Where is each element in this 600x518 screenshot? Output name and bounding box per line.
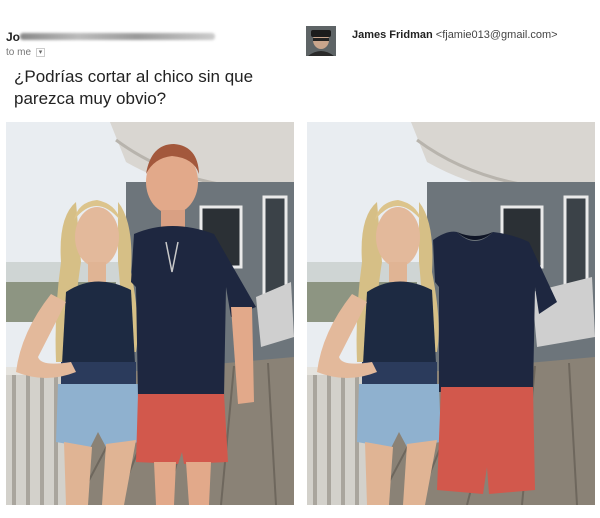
redacted-sender-email (20, 33, 215, 40)
person-avatar-icon (306, 26, 336, 56)
recipient-line: to me ▾ (6, 47, 46, 58)
edited-couple-photo-image (307, 122, 595, 505)
reply-sender-line: James Fridman <fjamie013@gmail.com> (352, 29, 558, 41)
email-message: ¿Podrías cortar al chico sin que parezca… (14, 67, 254, 108)
original-photo (6, 122, 294, 505)
couple-photo-image (6, 122, 294, 505)
reply-sender-name[interactable]: James Fridman (352, 29, 433, 41)
avatar[interactable] (306, 26, 336, 56)
recipient-details-dropdown-icon[interactable]: ▾ (36, 48, 46, 57)
edited-photo (307, 122, 595, 505)
sender-name[interactable]: Jo (6, 30, 20, 44)
to-label: to me (6, 47, 32, 58)
reply-sender-email: <fjamie013@gmail.com> (435, 29, 558, 41)
